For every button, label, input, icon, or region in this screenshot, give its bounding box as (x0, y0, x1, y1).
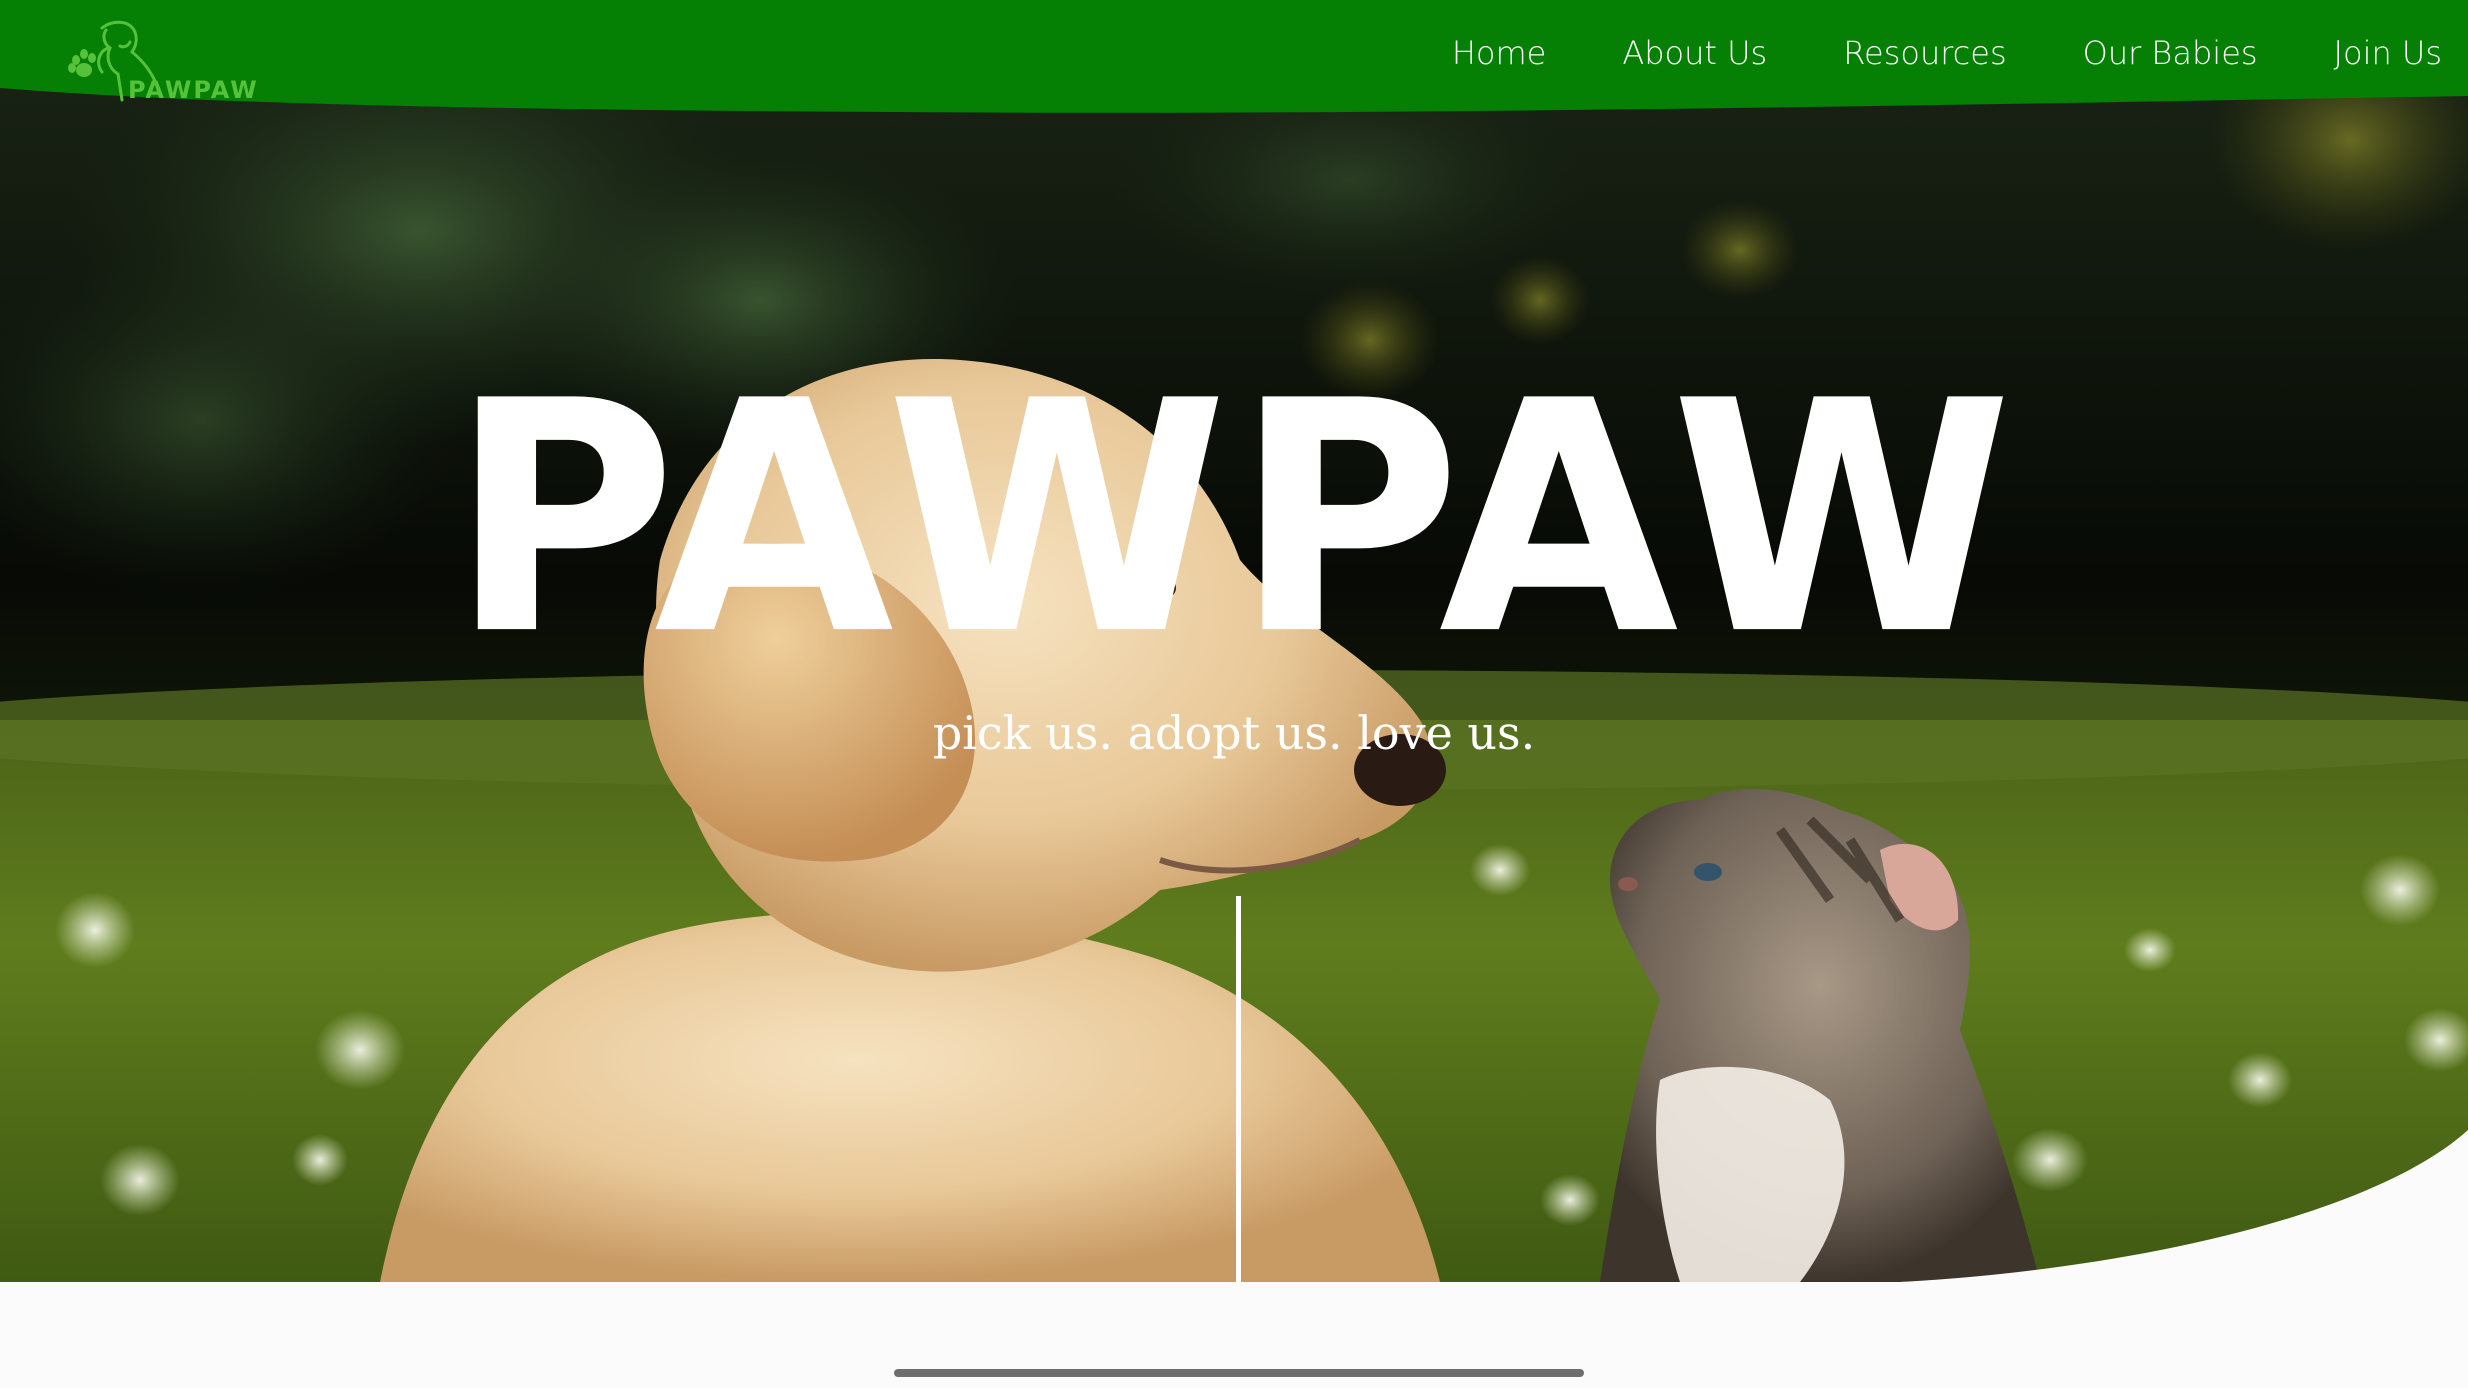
logo-text[interactable]: PAWPAW (128, 76, 259, 104)
nav-link-resources[interactable]: Resources (1805, 30, 2044, 76)
home-indicator-bar[interactable] (894, 1369, 1584, 1377)
top-navigation-bar: PAWPAW Home About Us Resources Our Babie… (0, 0, 2468, 116)
nav-link-home[interactable]: Home (1414, 30, 1585, 76)
hero-tagline: pick us. adopt us. love us. (932, 706, 1536, 760)
scroll-indicator-line (1236, 896, 1241, 1282)
hero-section: PAWPAW pick us. adopt us. love us. (0, 0, 2468, 1282)
nav-link-about-us[interactable]: About Us (1584, 30, 1805, 76)
nav-link-our-babies[interactable]: Our Babies (2045, 30, 2296, 76)
page: PAWPAW pick us. adopt us. love us. PAWPA… (0, 0, 2468, 1388)
nav-link-join-us[interactable]: Join Us (2296, 30, 2442, 76)
nav-links: Home About Us Resources Our Babies Join … (1414, 30, 2442, 76)
hero-title: PAWPAW (449, 333, 2019, 706)
